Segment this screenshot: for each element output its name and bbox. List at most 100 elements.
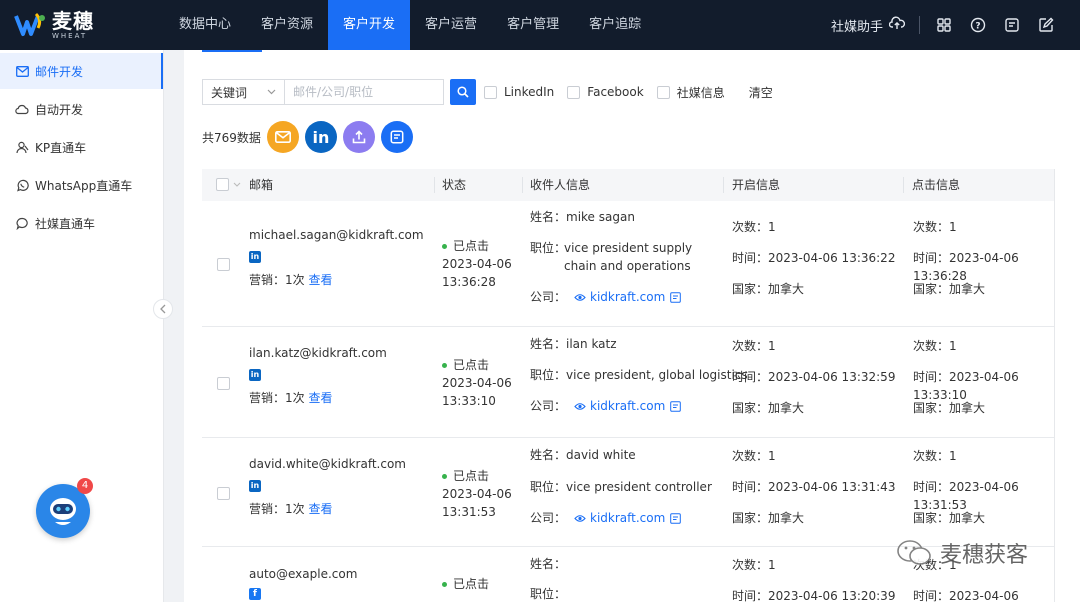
linkedin-filter[interactable]: LinkedIn	[484, 85, 554, 99]
logo-subtitle: WHEAT	[52, 31, 88, 40]
row-checkbox[interactable]	[217, 377, 230, 390]
open-country: 国家：加拿大	[732, 282, 805, 296]
click-country: 国家：加拿大	[913, 401, 986, 415]
logo-name: 麦穗	[52, 8, 94, 33]
social-helper-button[interactable]: 社媒助手	[830, 16, 906, 35]
help-icon[interactable]: ?	[968, 15, 988, 35]
click-country: 国家：加拿大	[913, 282, 986, 296]
note-icon[interactable]	[670, 291, 682, 303]
sidebar-item-auto-development[interactable]: 自动开发	[0, 91, 163, 127]
filter-bar: 关键词 LinkedIn Facebook 社媒信息 清空	[202, 79, 773, 105]
open-count: 次数：1	[732, 558, 776, 572]
column-header-status: 状态	[442, 178, 467, 192]
row-checkbox[interactable]	[217, 487, 230, 500]
sidebar-item-whatsapp-express[interactable]: WhatsApp直通车	[0, 167, 163, 203]
mail-icon	[15, 64, 29, 78]
status-time: 13:31:53	[442, 505, 496, 519]
company-link[interactable]: kidkraft.com	[590, 288, 665, 306]
note-icon[interactable]	[670, 400, 682, 412]
status-date: 2023-04-06	[442, 487, 512, 501]
eye-icon[interactable]	[574, 402, 586, 411]
column-header-recipient: 收件人信息	[530, 178, 591, 192]
recipient-company-label: 公司：	[530, 511, 567, 525]
recipient-company-label: 公司：	[530, 399, 567, 413]
nav-customer-management[interactable]: 客户管理	[492, 0, 574, 50]
message-board-icon[interactable]	[1002, 15, 1022, 35]
note-icon[interactable]	[670, 512, 682, 524]
row-checkbox[interactable]	[217, 258, 230, 271]
eye-icon[interactable]	[574, 293, 586, 302]
search-button[interactable]	[450, 79, 476, 105]
open-time: 时间：2023-04-06 13:36:22	[732, 251, 896, 265]
view-link[interactable]: 查看	[308, 502, 332, 516]
open-country: 国家：加拿大	[732, 511, 805, 525]
search-input[interactable]	[284, 79, 444, 105]
status-dot-icon	[442, 474, 447, 479]
nav-customer-development[interactable]: 客户开发	[328, 0, 411, 50]
linkedin-checkbox[interactable]	[484, 85, 497, 99]
view-link[interactable]: 查看	[308, 391, 332, 405]
table-row[interactable]: david.white@kidkraft.com in 营销：1次 查看 已点击…	[202, 439, 1054, 547]
open-count: 次数：1	[732, 339, 776, 353]
status-dot-icon	[442, 244, 447, 249]
click-count: 次数：1	[913, 449, 957, 463]
facebook-icon[interactable]: f	[249, 588, 261, 600]
apps-grid-icon[interactable]	[934, 15, 954, 35]
sidebar-collapse-button[interactable]	[153, 299, 173, 319]
cloud-upload-icon	[888, 16, 906, 34]
table-row[interactable]: ilan.katz@kidkraft.com in 营销：1次 查看 已点击 2…	[202, 328, 1054, 438]
open-time: 时间：2023-04-06 13:32:59	[732, 370, 896, 384]
status-text: 已点击	[453, 239, 490, 253]
status-text: 已点击	[453, 358, 490, 372]
person-icon	[15, 140, 29, 154]
edit-icon[interactable]	[1036, 15, 1056, 35]
table-row[interactable]: michael.sagan@kidkraft.com in 营销：1次 查看 已…	[202, 201, 1054, 327]
chevron-down-icon[interactable]	[233, 182, 241, 187]
linkedin-icon[interactable]: in	[249, 480, 261, 492]
row-email: auto@exaple.com	[249, 567, 358, 581]
app-logo[interactable]: 麦穗 WHEAT	[14, 10, 94, 40]
open-count: 次数：1	[732, 220, 776, 234]
sidebar-item-email-development[interactable]: 邮件开发	[0, 53, 163, 89]
chevron-down-icon	[267, 89, 276, 95]
notes-button[interactable]	[380, 121, 413, 153]
social-info-filter[interactable]: 社媒信息	[656, 84, 725, 101]
facebook-filter[interactable]: Facebook	[567, 85, 644, 99]
upload-icon	[352, 130, 366, 144]
linkedin-button[interactable]: in	[304, 121, 337, 153]
send-email-button[interactable]	[266, 121, 299, 153]
facebook-checkbox[interactable]	[567, 85, 581, 99]
column-header-open: 开启信息	[732, 178, 781, 192]
export-button[interactable]	[342, 121, 375, 153]
social-info-checkbox[interactable]	[656, 85, 670, 99]
record-count: 共769数据	[202, 130, 261, 145]
clear-button[interactable]: 清空	[749, 84, 773, 101]
robot-icon	[50, 498, 76, 525]
nav-customer-operation[interactable]: 客户运营	[410, 0, 492, 50]
sidebar-item-kp-express[interactable]: KP直通车	[0, 129, 163, 165]
keyword-select[interactable]: 关键词	[202, 79, 284, 105]
nav-customer-tracking[interactable]: 客户追踪	[574, 0, 656, 50]
recipient-name: 姓名：david white	[530, 448, 636, 462]
marketing-count: 营销：1次	[249, 273, 305, 287]
linkedin-icon: in	[312, 127, 330, 147]
company-link[interactable]: kidkraft.com	[590, 397, 665, 415]
status-dot-icon	[442, 363, 447, 368]
social-helper-label: 社媒助手	[830, 19, 883, 35]
nav-data-center[interactable]: 数据中心	[164, 0, 246, 50]
recipient-title-label: 职位：	[530, 480, 567, 494]
nav-customer-resources[interactable]: 客户资源	[246, 0, 328, 50]
eye-icon[interactable]	[574, 514, 586, 523]
chat-icon	[15, 216, 29, 230]
row-email: michael.sagan@kidkraft.com	[249, 228, 424, 242]
sidebar-item-social-express[interactable]: 社媒直通车	[0, 205, 163, 241]
linkedin-icon[interactable]: in	[249, 251, 261, 263]
linkedin-icon[interactable]: in	[249, 369, 261, 381]
select-all-checkbox[interactable]	[216, 178, 229, 191]
company-link[interactable]: kidkraft.com	[590, 509, 665, 527]
tab-indicator	[202, 50, 262, 52]
row-email: ilan.katz@kidkraft.com	[249, 346, 387, 360]
svg-text:?: ?	[975, 22, 980, 32]
view-link[interactable]: 查看	[308, 273, 332, 287]
linkedin-filter-label: LinkedIn	[504, 85, 555, 99]
